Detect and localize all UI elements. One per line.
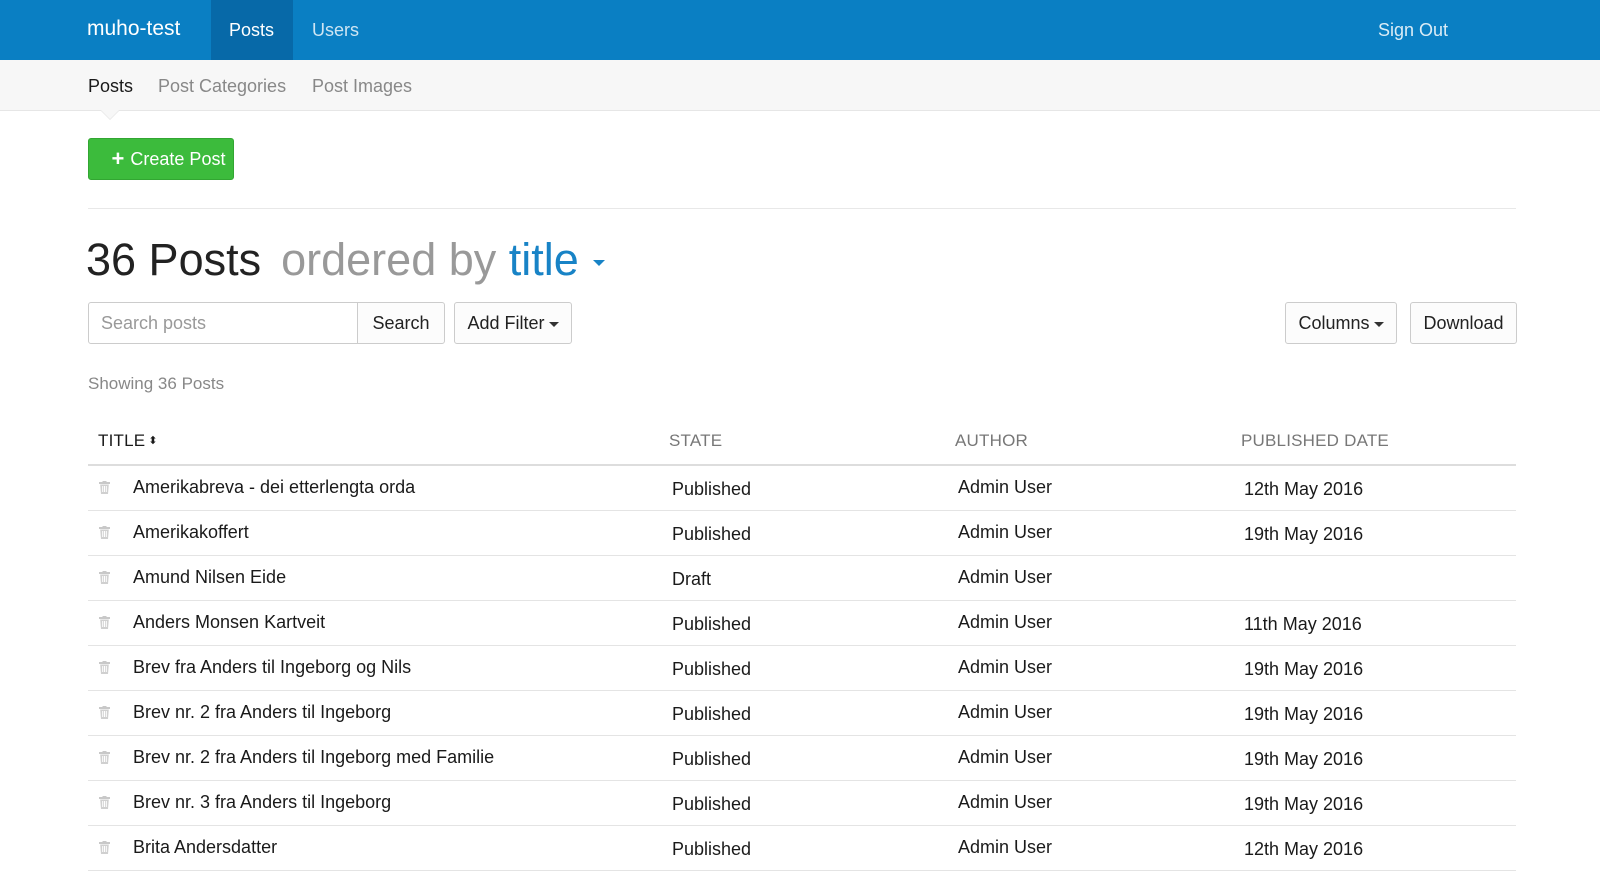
post-published-date: 19th May 2016	[1244, 794, 1364, 814]
table-row: Brev fra Anders til Ingeborg og Nils Publ…	[88, 646, 1516, 691]
columns-label: Columns	[1298, 313, 1370, 333]
table-row: Amerikakoffert Published Admin User 19th Ma…	[88, 511, 1516, 556]
post-state: Published	[672, 704, 752, 724]
post-title-link[interactable]: Anders Monsen Kartveit	[133, 612, 325, 633]
caret-down-icon	[1373, 321, 1384, 327]
table-row: Brev nr. 2 fra Anders til Ingeborg Publis…	[88, 691, 1516, 736]
post-state: Published	[672, 659, 752, 679]
post-published-date: 12th May 2016	[1244, 479, 1364, 499]
post-title-link[interactable]: Amerikakoffert	[133, 522, 249, 543]
nav-users[interactable]: Users	[294, 0, 377, 60]
add-filter-label: Add Filter	[467, 313, 545, 333]
trash-icon[interactable]	[99, 796, 110, 809]
search-input[interactable]	[88, 302, 358, 344]
add-filter-button[interactable]: Add Filter	[454, 302, 572, 344]
create-post-label: Create Post	[130, 149, 226, 169]
trash-icon[interactable]	[99, 751, 110, 764]
post-published-date: 19th May 2016	[1244, 524, 1364, 544]
subnav-post-images[interactable]: Post Images	[312, 76, 412, 97]
trash-icon[interactable]	[99, 706, 110, 719]
post-title-link[interactable]: Amerikabreva - dei etterlengta orda	[133, 477, 415, 498]
column-header-state[interactable]: STATE	[669, 431, 722, 451]
trash-icon[interactable]	[99, 616, 110, 629]
column-header-title-label: TITLE	[98, 431, 146, 450]
trash-icon[interactable]	[99, 571, 110, 584]
brand-link[interactable]: muho-test	[87, 17, 180, 41]
post-author: Admin User	[958, 657, 1053, 677]
table-row: Anders Monsen Kartveit Published Admin Use…	[88, 601, 1516, 646]
post-state: Published	[672, 524, 752, 544]
plus-icon: +	[111, 146, 125, 171]
sort-icon[interactable]: ⬍	[148, 434, 157, 447]
posts-table-body: Amerikabreva - dei etterlengta orda Publi…	[88, 466, 1516, 871]
post-state: Published	[672, 749, 752, 769]
caret-down-icon	[548, 321, 559, 327]
post-published-date: 19th May 2016	[1244, 704, 1364, 724]
post-author: Admin User	[958, 747, 1053, 767]
post-state: Published	[672, 839, 752, 859]
post-title-link[interactable]: Brita Andersdatter	[133, 837, 277, 858]
download-button[interactable]: Download	[1410, 302, 1517, 344]
table-row: Amerikabreva - dei etterlengta orda Publi…	[88, 466, 1516, 511]
post-author: Admin User	[958, 522, 1053, 542]
post-author: Admin User	[958, 477, 1053, 497]
chevron-down-icon[interactable]	[592, 260, 605, 267]
trash-icon[interactable]	[99, 481, 110, 494]
nav-posts[interactable]: Posts	[211, 0, 293, 60]
table-row: Amund Nilsen Eide Draft Admin User	[88, 556, 1516, 601]
post-title-link[interactable]: Brev fra Anders til Ingeborg og Nils	[133, 657, 411, 678]
column-header-author[interactable]: AUTHOR	[955, 431, 1028, 451]
ordered-by-label: ordered by	[281, 234, 497, 285]
post-state: Published	[672, 794, 752, 814]
subnav-post-categories[interactable]: Post Categories	[158, 76, 286, 97]
active-subnav-pointer	[101, 110, 119, 119]
trash-icon[interactable]	[99, 526, 110, 539]
sign-out-link[interactable]: Sign Out	[1378, 0, 1448, 60]
column-header-title[interactable]: TITLE ⬍	[98, 431, 158, 451]
post-title-link[interactable]: Brev nr. 2 fra Anders til Ingeborg med F…	[133, 747, 494, 768]
post-published-date: 11th May 2016	[1244, 614, 1362, 634]
post-author: Admin User	[958, 792, 1053, 812]
sub-navbar: Posts Post Categories Post Images	[0, 60, 1600, 111]
post-published-date: 12th May 2016	[1244, 839, 1364, 859]
post-title-link[interactable]: Amund Nilsen Eide	[133, 567, 286, 588]
search-button[interactable]: Search	[357, 302, 445, 344]
post-published-date: 19th May 2016	[1244, 659, 1364, 679]
trash-icon[interactable]	[99, 661, 110, 674]
post-state: Published	[672, 614, 752, 634]
column-header-published-date[interactable]: PUBLISHED DATE	[1241, 431, 1389, 451]
section-divider	[88, 208, 1516, 209]
post-title-link[interactable]: Brev nr. 3 fra Anders til Ingeborg	[133, 792, 391, 813]
table-row: Brita Andersdatter Published Admin User 12t…	[88, 826, 1516, 871]
top-navbar: muho-test Posts Users Sign Out	[0, 0, 1600, 60]
subnav-posts[interactable]: Posts	[88, 76, 133, 97]
post-author: Admin User	[958, 702, 1053, 722]
sort-field-dropdown[interactable]: title	[509, 234, 579, 285]
page-title: 36 Posts ordered by title	[86, 234, 605, 286]
create-post-button[interactable]: + Create Post	[88, 138, 234, 180]
post-title-link[interactable]: Brev nr. 2 fra Anders til Ingeborg	[133, 702, 391, 723]
post-author: Admin User	[958, 567, 1053, 587]
post-state: Published	[672, 479, 752, 499]
post-author: Admin User	[958, 612, 1053, 632]
trash-icon[interactable]	[99, 841, 110, 854]
post-count: 36 Posts	[86, 234, 262, 285]
post-state: Draft	[672, 569, 712, 589]
table-row: Brev nr. 2 fra Anders til Ingeborg med F…	[88, 736, 1516, 781]
columns-button[interactable]: Columns	[1285, 302, 1397, 344]
post-author: Admin User	[958, 837, 1053, 857]
post-published-date: 19th May 2016	[1244, 749, 1364, 769]
table-row: Brev nr. 3 fra Anders til Ingeborg Publis…	[88, 781, 1516, 826]
showing-count: Showing 36 Posts	[88, 374, 225, 393]
